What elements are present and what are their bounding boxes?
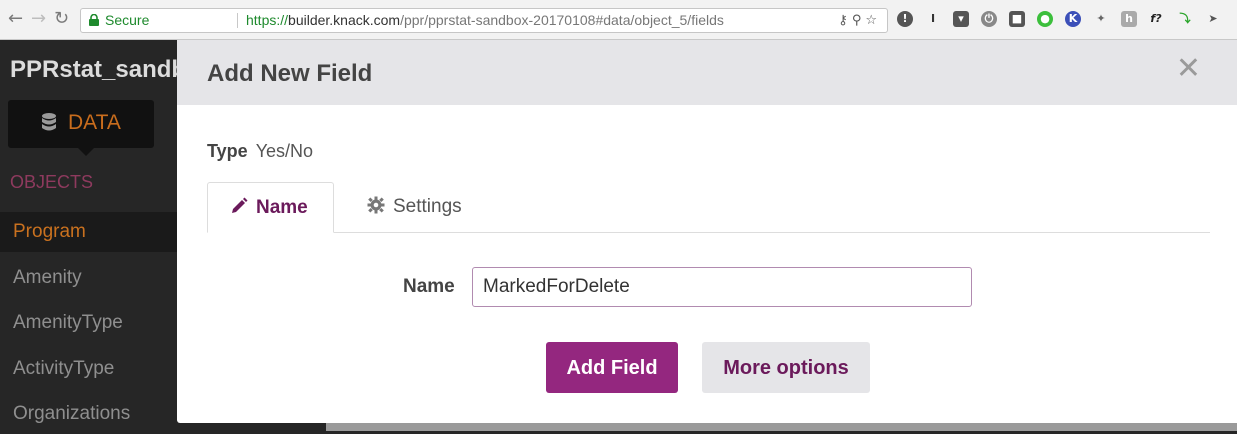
database-icon xyxy=(42,113,56,131)
gear-icon xyxy=(367,196,385,214)
modal-title: Add New Field xyxy=(207,60,373,87)
power-icon[interactable]: ⏻ xyxy=(981,11,997,27)
extension-puzzle-icon[interactable]: ■ xyxy=(1009,11,1025,27)
type-label: Type xyxy=(207,141,248,161)
secure-label: Secure xyxy=(105,12,150,28)
url-action-icons[interactable]: ⚷⚲☆ xyxy=(838,9,881,32)
function-icon[interactable]: f? xyxy=(1148,11,1164,27)
url-scheme: https:// xyxy=(246,12,289,28)
url-text: https://builder.knack.com/ppr/pprstat-sa… xyxy=(246,9,724,32)
pencil-icon xyxy=(232,197,248,213)
tab-settings-label: Settings xyxy=(393,196,462,217)
evernote-icon[interactable]: ● xyxy=(1037,11,1053,27)
add-field-button[interactable]: Add Field xyxy=(546,342,678,393)
add-field-modal: Add New Field ✕ Type Yes/No Name Setting… xyxy=(177,40,1237,423)
sidebar-item-amenitytype[interactable]: AmenityType xyxy=(0,303,178,343)
tab-name[interactable]: Name xyxy=(207,182,334,233)
url-path: /ppr/pprstat-sandbox-20170108#data/objec… xyxy=(400,12,724,28)
sidebar-item-activitytype[interactable]: ActivityType xyxy=(0,349,178,389)
extension-box-icon[interactable]: h xyxy=(1121,11,1137,27)
pocket-icon[interactable]: ▾ xyxy=(953,11,969,27)
k-extension-icon[interactable]: K xyxy=(1065,11,1081,27)
sidebar-item-program[interactable]: Program xyxy=(0,212,178,252)
data-tab-notch xyxy=(78,148,94,156)
browser-toolbar: ← → ↻ Secure https://builder.knack.com/p… xyxy=(0,0,1237,40)
name-input[interactable] xyxy=(472,267,972,307)
arrow-extension-icon[interactable]: ⤵ xyxy=(1177,11,1193,27)
field-type-row: Type Yes/No xyxy=(207,141,313,162)
tab-settings[interactable]: Settings xyxy=(367,182,462,232)
close-icon[interactable]: ✕ xyxy=(1176,54,1201,84)
type-value: Yes/No xyxy=(255,141,314,161)
tab-name-label: Name xyxy=(256,197,308,218)
url-host: builder.knack.com xyxy=(288,12,401,28)
more-options-button[interactable]: More options xyxy=(702,342,870,393)
data-tab-label: DATA xyxy=(68,111,121,134)
objects-heading: OBJECTS xyxy=(10,172,94,192)
modal-header: Add New Field ✕ xyxy=(177,40,1237,105)
reload-icon[interactable]: ↻ xyxy=(54,9,69,29)
bird-icon[interactable]: ✦ xyxy=(1093,11,1109,27)
field-tabs: Name Settings xyxy=(207,182,1210,233)
sidebar-item-amenity[interactable]: Amenity xyxy=(0,258,178,298)
extension-info-icon[interactable]: ! xyxy=(897,11,913,27)
extension-i-icon[interactable]: I xyxy=(925,11,941,27)
address-bar[interactable]: Secure https://builder.knack.com/ppr/ppr… xyxy=(80,8,888,33)
forward-arrow-icon[interactable]: → xyxy=(31,9,46,29)
rocket-icon[interactable]: ➤ xyxy=(1205,11,1221,27)
url-separator xyxy=(237,13,238,28)
name-field-label: Name xyxy=(403,276,455,297)
background-content-strip xyxy=(326,422,1237,431)
lock-icon xyxy=(89,14,99,26)
back-arrow-icon[interactable]: ← xyxy=(8,9,23,29)
sidebar-item-organizations[interactable]: Organizations xyxy=(0,394,178,434)
data-tab[interactable]: DATA xyxy=(8,100,154,156)
